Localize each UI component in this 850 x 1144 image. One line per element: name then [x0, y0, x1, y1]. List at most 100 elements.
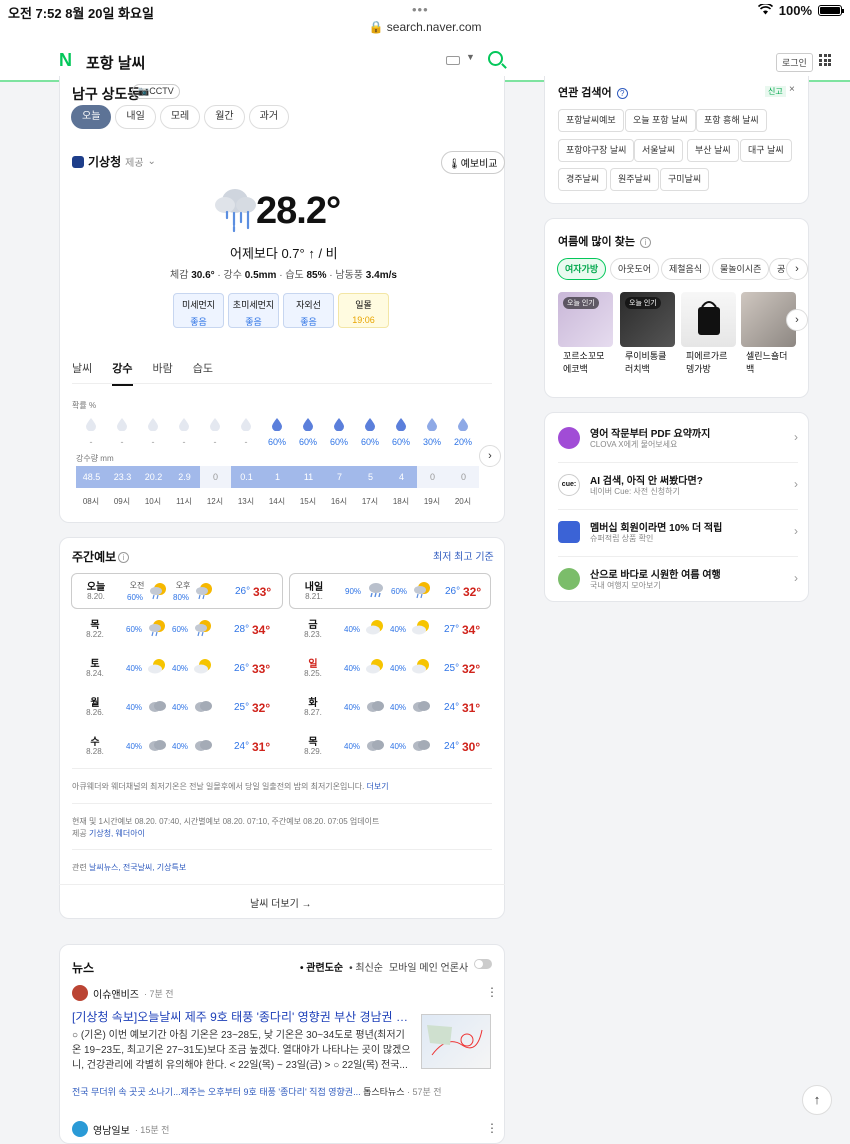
weekly-day[interactable]: 일 8.25. 40% 40% 25° 32° [289, 651, 491, 687]
day-name: 금 [308, 620, 318, 631]
chevron-down-icon[interactable]: ▼ [466, 52, 475, 62]
tab-monthly[interactable]: 월간 [204, 105, 245, 129]
rain-amount-bar: 5 [355, 466, 386, 488]
product-card[interactable]: 셀린느숄더 백 [741, 292, 796, 387]
weekly-day[interactable]: 목 8.29. 40% 40% 24° 30° [289, 729, 491, 765]
close-icon[interactable]: × [789, 84, 795, 95]
weekly-day[interactable]: 수 8.28. 40% 40% 24° 31° [71, 729, 283, 765]
keyboard-icon[interactable] [446, 56, 460, 65]
min-temp: 24° [444, 741, 460, 752]
multitask-dots[interactable]: ••• [412, 2, 429, 17]
product-image[interactable] [681, 292, 736, 347]
tab-past[interactable]: 과거 [248, 105, 290, 129]
search-query[interactable]: 포항 날씨 [86, 52, 145, 73]
raindrop-icon [271, 417, 283, 432]
weekly-day[interactable]: 금 8.23. 40% 40% 27° 34° [289, 612, 491, 648]
category-pill[interactable]: 아웃도어 [610, 258, 660, 280]
day-tabs: 오늘 내일 모레 월간 과거 [71, 105, 290, 129]
mobile-main-toggle[interactable] [474, 959, 493, 969]
scroll-top-button[interactable]: ↑ [802, 1085, 832, 1115]
weekly-day[interactable]: 내일 8.21. 90% 60% 26° 32° [289, 573, 491, 609]
sort-latest[interactable]: • 최신순 [349, 959, 383, 974]
login-button[interactable]: 로그인 [776, 53, 813, 72]
tab-today[interactable]: 오늘 [71, 105, 112, 129]
promo-item[interactable]: 멤버십 회원이라면 10% 더 적립 슈퍼적립 상품 확인 › [558, 519, 798, 549]
product-image[interactable]: 오늘 인기 [558, 292, 613, 347]
related-search-chip[interactable]: 오늘 포항 날씨 [625, 109, 696, 132]
related-search-chip[interactable]: 포항야구장 날씨 [558, 139, 635, 162]
day-name: 토 [90, 659, 100, 670]
pm-precip: 60% [172, 625, 189, 634]
product-image[interactable]: 오늘 인기 [620, 292, 675, 347]
sort-relevance[interactable]: • 관련도순 [300, 959, 343, 974]
news-headline[interactable]: [기상청 속보]오늘날씨 제주 9호 태풍 '종다리' 영향권 부산 경남권 호… [72, 1008, 417, 1025]
press-avatar[interactable] [72, 1121, 88, 1137]
press-name[interactable]: 영남일보 [93, 1122, 130, 1137]
promo-item[interactable]: cue: AI 검색, 아직 안 써봤다면? 네이버 Cue: 사전 신청하기 › [558, 472, 798, 502]
mobile-main-label: 모바일 메인 언론사 [388, 963, 469, 974]
pm-label: 오후 [175, 581, 191, 590]
related-search-chip[interactable]: 포항날씨예보 [558, 109, 624, 132]
related-search-chip[interactable]: 포항 흥해 날씨 [696, 109, 767, 132]
camera-icon: 📷 [138, 86, 150, 96]
category-pill[interactable]: 물놀이시즌 [712, 258, 770, 280]
cctv-button[interactable]: 📷CCTV [132, 84, 180, 99]
promo-item[interactable]: 영어 작문부터 PDF 요약까지 CLOVA X에게 물어보세요 › [558, 425, 798, 455]
category-pill[interactable]: 여자가방 [557, 258, 607, 280]
chevron-right-icon: › [794, 477, 798, 491]
dust-pm25[interactable]: 초미세먼지 좋음 [228, 293, 279, 328]
naver-logo[interactable]: N [59, 51, 76, 69]
news-thumbnail[interactable] [421, 1014, 491, 1069]
weekly-day[interactable]: 목 8.22. 60% 60% 28° 34° [71, 612, 283, 648]
weekly-sort[interactable]: 최저 최고 기준 [433, 548, 494, 563]
provider-selector[interactable]: 기상청 제공 ⌄ [72, 153, 156, 170]
weather-more-button[interactable]: 날씨 더보기 → [250, 895, 312, 910]
related-links[interactable]: 날씨뉴스, 전국날씨, 기상특보 [89, 863, 186, 872]
help-icon[interactable]: ? [616, 87, 628, 99]
apps-grid-icon[interactable] [819, 54, 831, 66]
related-search-chip[interactable]: 부산 날씨 [687, 139, 739, 162]
weekly-day[interactable]: 화 8.27. 40% 40% 24° 31° [289, 690, 491, 726]
more-options-icon[interactable]: ⋮ [486, 985, 498, 999]
rain-amount-bar: 0 [417, 466, 448, 488]
weekly-day[interactable]: 월 8.26. 40% 40% 25° 32° [71, 690, 283, 726]
info-icon[interactable]: i [640, 236, 652, 248]
sunset[interactable]: 일몰 19:06 [338, 293, 389, 328]
promo-item[interactable]: 산으로 바다로 시원한 여름 여행 국내 여행지 모아보기 › [558, 566, 798, 596]
weekly-day[interactable]: 오늘 8.20. 오전 오후 60% 80% 26° 33° [71, 573, 283, 609]
url-bar[interactable]: 🔒 search.naver.com [0, 20, 850, 40]
press-avatar[interactable] [72, 985, 88, 1001]
category-pill[interactable]: 제철음식 [661, 258, 711, 280]
weekly-day[interactable]: 토 8.24. 40% 40% 26° 33° [71, 651, 283, 687]
related-search-chip[interactable]: 서울날씨 [634, 139, 684, 162]
related-title: 연관 검색어 ? [558, 84, 628, 100]
news-body[interactable]: ○ (기온) 이번 예보기간 아침 기온은 23~28도, 낮 기온은 30~3… [72, 1028, 412, 1073]
related-search-chip[interactable]: 대구 날씨 [740, 139, 792, 162]
tab-tomorrow[interactable]: 내일 [115, 105, 156, 129]
news-sub-item[interactable]: 전국 무더위 속 곳곳 소나기...제주는 오후부터 9호 태풍 '종다리' 직… [72, 1085, 442, 1098]
hourly-next-button[interactable]: › [479, 445, 501, 467]
pills-next-button[interactable]: › [786, 258, 808, 280]
probability-value: - [182, 437, 186, 447]
dust-pm10[interactable]: 미세먼지 좋음 [173, 293, 224, 328]
report-button[interactable]: 신고 [765, 86, 786, 97]
search-icon[interactable] [488, 51, 503, 66]
forecast-compare-button[interactable]: 🌡예보비교 [441, 151, 505, 174]
raindrop-icon [85, 417, 97, 432]
product-card[interactable]: 오늘 인기 루이비통클 러치백 [620, 292, 675, 387]
products-next-button[interactable]: › [786, 309, 808, 331]
press-name[interactable]: 이슈앤비즈 [93, 986, 139, 1001]
location-title[interactable]: 남구 상도동 [72, 84, 140, 104]
day-date: 8.24. [86, 669, 104, 678]
tab-day-after[interactable]: 모레 [159, 105, 201, 129]
probability-value: 20% [453, 437, 472, 447]
related-search-chip[interactable]: 경주날씨 [558, 168, 608, 191]
related-search-chip[interactable]: 원주날씨 [610, 168, 660, 191]
product-card[interactable]: 오늘 인기 꼬르소꼬모 에코백 [558, 292, 613, 387]
related-search-chip[interactable]: 구미날씨 [660, 168, 710, 191]
provider-links[interactable]: 기상청, 웨더아이 [89, 829, 145, 838]
note-more-link[interactable]: 더보기 [367, 782, 389, 791]
info-icon[interactable]: i [118, 552, 130, 564]
product-card[interactable]: 피에르가르 뎅가방 [681, 292, 736, 387]
uv-index[interactable]: 자외선 좋음 [283, 293, 334, 328]
